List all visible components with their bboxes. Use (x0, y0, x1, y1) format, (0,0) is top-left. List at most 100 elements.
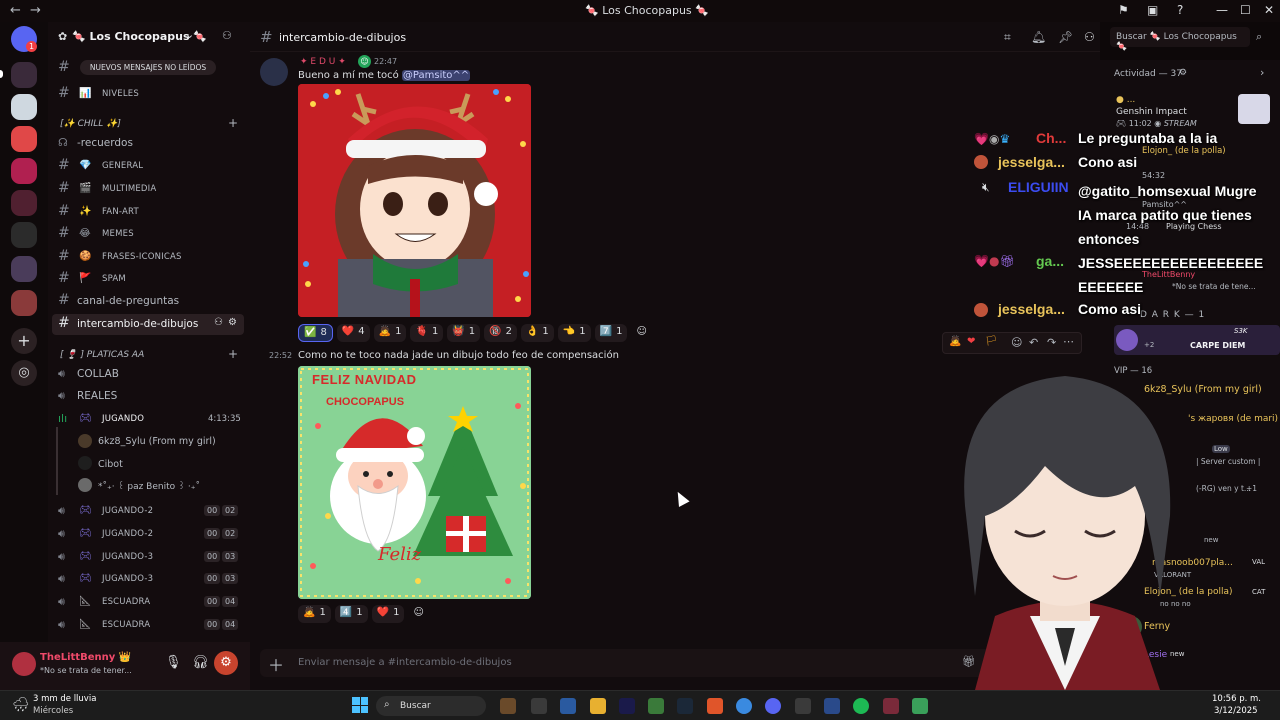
forward-icon[interactable]: → (30, 3, 41, 18)
weather-text[interactable]: 3 mm de lluvia (33, 694, 96, 704)
drawing-image-ochako[interactable] (298, 84, 531, 317)
category-chill[interactable]: [✨ CHILL ✨] (60, 119, 121, 129)
maximize-button[interactable]: ☐ (1240, 3, 1251, 17)
user-mention[interactable]: @Pamsito^^ (401, 70, 471, 81)
server-icon[interactable] (11, 158, 37, 184)
clock-time[interactable]: 10:56 p. m. (1212, 694, 1261, 704)
more-icon[interactable]: ⋯ (1063, 335, 1074, 348)
server-icon[interactable] (11, 256, 37, 282)
category-platicas[interactable]: [ 🍷 ] PLATICAS AA (60, 350, 144, 360)
windows-start-icon[interactable] (352, 697, 368, 713)
minimize-button[interactable]: — (1216, 3, 1228, 17)
voice-user[interactable]: *˚₊‧ ꒰ paz Benito ꒱ ‧₊˚ (98, 480, 200, 492)
app-icon[interactable] (648, 698, 664, 714)
voice-room[interactable]: 🔊︎ 📐︎ ESCUADRA 00 04 (52, 592, 244, 613)
discord-icon[interactable] (765, 698, 781, 714)
app-icon[interactable] (824, 698, 840, 714)
back-icon[interactable]: ← (10, 3, 21, 18)
reaction-chip[interactable]: 🫀 1 (410, 324, 444, 342)
avatar[interactable] (12, 652, 36, 676)
rainbow-icon[interactable]: 🏳︎ (985, 336, 998, 347)
message-author[interactable]: ✦ E D U ✦ (300, 57, 346, 67)
new-unread-pill[interactable]: NUEVOS MENSAJES NO LEÍDOS (80, 60, 216, 75)
steam-icon[interactable] (677, 698, 693, 714)
voice-reales[interactable]: 🔊︎ REALES (52, 386, 244, 407)
reaction-chip[interactable]: 🔞 2 (484, 324, 517, 342)
app-icon[interactable] (795, 698, 811, 714)
settings-gear-icon[interactable]: ⚙ (214, 651, 238, 675)
add-attachment-icon[interactable]: ＋ (268, 652, 284, 676)
voice-room[interactable]: 🔊︎ 🎮︎ JUGANDO-3 00 03 (52, 547, 244, 568)
reaction-chip[interactable]: 👹 1 (447, 324, 481, 342)
server-icon[interactable] (11, 290, 37, 316)
voice-room[interactable]: 🔊︎ 🎮︎ JUGANDO-2 00 02 (52, 524, 244, 545)
reaction-chip[interactable]: 👌 1 (520, 324, 554, 342)
app-icon[interactable] (500, 698, 516, 714)
chevron-right-icon[interactable]: › (1260, 66, 1264, 79)
voice-user[interactable]: 6kz8_Sylu (From my girl) (98, 436, 216, 447)
server-icon[interactable] (11, 126, 37, 152)
channel-frases-iconicas[interactable]: # 🍪 FRASES-ICONICAS (52, 247, 244, 268)
inbox-flag-icon[interactable]: ⚑ (1118, 3, 1129, 17)
user-name[interactable]: TheLittBenny 👑 (40, 652, 131, 663)
search-input[interactable]: Buscar 🍬 Los Chocopapus 🍬 (1110, 27, 1250, 52)
voice-room[interactable]: 🔊︎ 📐︎ ESCUADRA 00 04 (52, 615, 244, 636)
folder-icon[interactable] (590, 698, 606, 714)
reply-icon[interactable]: ↶ (1029, 336, 1038, 349)
microphone-icon[interactable]: 🎙︎ (165, 655, 182, 670)
member-banner[interactable]: +2 CARPE DIEM S3K (1114, 325, 1280, 355)
reaction-chip[interactable]: 🙇 1 (298, 605, 331, 623)
add-reaction-icon[interactable]: ☺ (408, 605, 428, 623)
reaction-shortcut-icon[interactable]: 🙇 (949, 336, 961, 347)
clock-date[interactable]: 3/12/2025 (1214, 706, 1258, 716)
weather-icon[interactable]: 🌧︎ (12, 697, 30, 713)
channel-general[interactable]: # 💎 GENERAL (52, 156, 244, 177)
drawing-image-santa[interactable]: FELIZ NAVIDAD CHOCOPAPUS Feliz (298, 366, 531, 599)
channel-partial[interactable]: # (52, 58, 80, 79)
pin-icon[interactable]: 📌︎ (1058, 30, 1073, 44)
server-icon[interactable] (11, 62, 37, 88)
brave-icon[interactable] (707, 698, 723, 714)
avatar[interactable] (78, 456, 92, 470)
channel-multimedia[interactable]: # 🎬 MULTIMEDIA (52, 179, 244, 200)
channel-intercambio-de-dibujos[interactable]: # intercambio-de-dibujos ⚇ ⚙ (52, 314, 244, 335)
reaction-chip[interactable]: ✅ 8 (298, 324, 333, 342)
channel-canal-de-preguntas[interactable]: # canal-de-preguntas (52, 291, 244, 312)
search-icon[interactable]: ⌕ (1256, 30, 1262, 44)
close-button[interactable]: ✕ (1264, 3, 1274, 17)
channel-memes[interactable]: # 😂 MEMES (52, 224, 244, 245)
premiere-icon[interactable] (619, 698, 635, 714)
threads-icon[interactable]: ⌗ (1004, 30, 1011, 45)
voice-room[interactable]: 🔊︎ 🎮︎ JUGANDO-3 00 03 (52, 569, 244, 590)
chrome-icon[interactable] (736, 698, 752, 714)
add-channel-icon[interactable]: + (228, 347, 238, 361)
server-icon[interactable] (11, 222, 37, 248)
voice-collab[interactable]: 🔊︎ COLLAB (52, 364, 244, 385)
member-name[interactable]: 's жарoвя (de mari) (1188, 414, 1278, 424)
avatar[interactable] (78, 434, 92, 448)
reaction-chip[interactable]: 👈 1 (557, 324, 591, 342)
bell-icon[interactable]: 🔔︎ (1031, 30, 1046, 44)
headphones-icon[interactable]: 🎧︎ (192, 655, 209, 670)
chevron-down-icon[interactable]: ⌄ (185, 28, 194, 41)
add-reaction-icon[interactable]: ☺ (631, 324, 651, 342)
gear-icon[interactable]: ⚙ (228, 317, 237, 328)
channel-niveles[interactable]: # 📊 NIVELES (52, 84, 244, 105)
add-reaction-icon[interactable]: ☺ (1011, 336, 1022, 349)
invite-icon[interactable]: ⚇ (214, 317, 223, 328)
forward-icon[interactable]: ↷ (1047, 336, 1056, 349)
reaction-chip[interactable]: ❤️ 4 (336, 324, 370, 342)
app-icon[interactable] (883, 698, 899, 714)
avatar[interactable] (260, 58, 288, 86)
voice-jugando[interactable]: ılı 🎮︎ JUGANDO 4:13:35 (52, 409, 244, 430)
task-view-icon[interactable] (531, 698, 547, 714)
add-member-icon[interactable]: ⚇ (222, 29, 232, 42)
server-icon[interactable] (11, 94, 37, 120)
voice-user[interactable]: Cibot (98, 459, 123, 470)
channel-spam[interactable]: # 🚩 SPAM (52, 269, 244, 290)
app-icon[interactable] (912, 698, 928, 714)
server-icon[interactable] (11, 190, 37, 216)
add-server-icon[interactable]: + (11, 328, 37, 354)
channel-fan-art[interactable]: # ✨ FAN-ART (52, 202, 244, 223)
members-icon[interactable]: ⚇ (1084, 30, 1095, 44)
